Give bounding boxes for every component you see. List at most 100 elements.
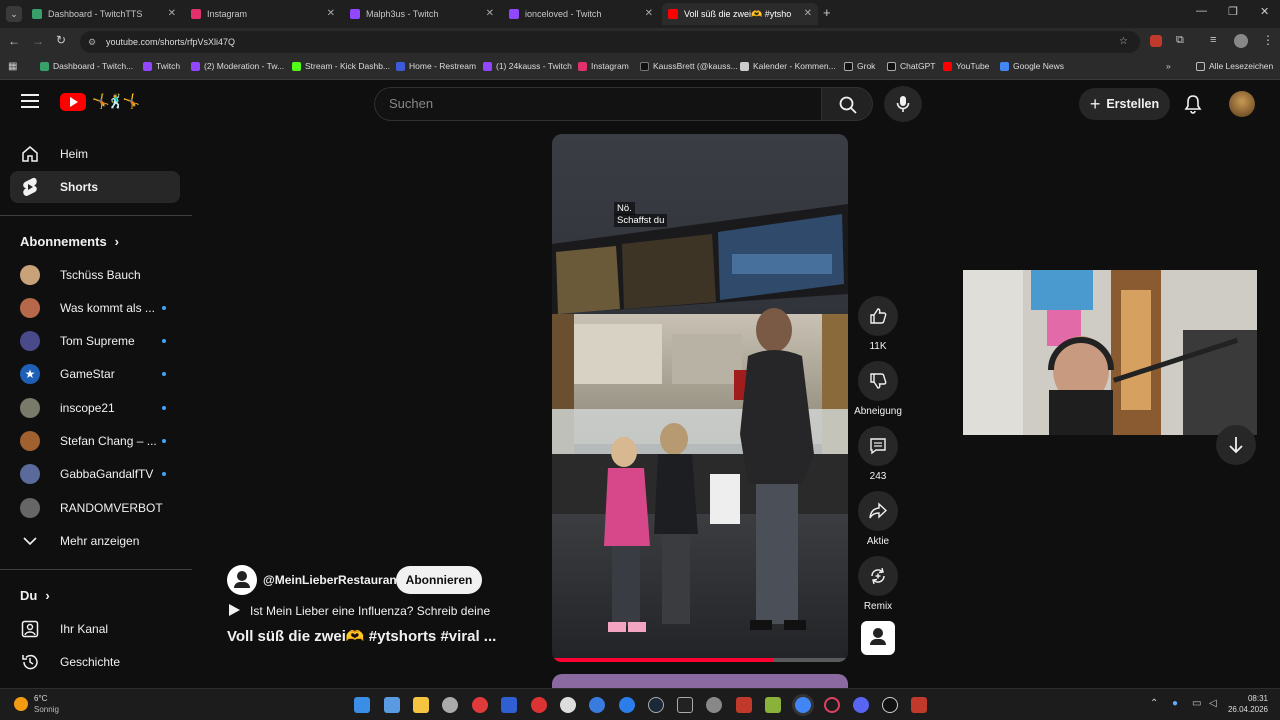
mouse-app-icon[interactable] (442, 697, 458, 713)
app-icon[interactable] (531, 697, 547, 713)
sidebar-item-subscription[interactable]: Stefan Chang – ... (10, 425, 180, 457)
tab-search-icon[interactable]: ⌄ (6, 6, 22, 22)
obs-icon[interactable] (882, 697, 898, 713)
address-bar[interactable]: ⚙ youtube.com/shorts/rfpVsXli47Q ☆ (80, 31, 1140, 53)
close-icon[interactable]: ✕ (804, 8, 812, 19)
sound-source-thumbnail[interactable] (861, 621, 895, 655)
sidebar-item-subscription[interactable]: GabbaGandalfTV (10, 458, 180, 490)
tab-3[interactable]: ionceloved - Twitch ✕ (503, 3, 659, 25)
app-icon[interactable] (560, 697, 576, 713)
short-description[interactable]: Ist Mein Lieber eine Influenza? Schreib … (250, 604, 490, 618)
channel-handle[interactable]: @MeinLieberRestaurant (263, 573, 401, 587)
forward-icon[interactable]: → (32, 34, 44, 48)
discord-icon[interactable] (853, 697, 869, 713)
app-icon[interactable] (472, 697, 488, 713)
account-avatar[interactable] (1229, 91, 1255, 117)
microphone-tray-icon[interactable]: ● (1172, 698, 1178, 709)
reload-icon[interactable]: ↻ (56, 33, 66, 47)
sidebar-item-subscription[interactable]: ★ GameStar (10, 358, 180, 390)
weather-sun-icon[interactable] (14, 697, 28, 711)
sidebar-item-subscription[interactable]: inscope21 (10, 392, 180, 424)
tab-menu-icon[interactable]: ≡ (1210, 34, 1216, 46)
search-input[interactable]: Suchen (374, 87, 822, 121)
app-icon[interactable] (736, 697, 752, 713)
profile-avatar[interactable] (1234, 34, 1248, 48)
share-button[interactable] (858, 491, 898, 531)
apps-grid-icon[interactable]: ▦ (8, 61, 17, 72)
sidebar-item-shorts[interactable]: Shorts (10, 171, 180, 203)
dislike-button[interactable] (858, 361, 898, 401)
bookmark-7[interactable]: KaussBrett (@kauss... (640, 61, 738, 71)
all-bookmarks[interactable]: Alle Lesezeichen (1196, 61, 1273, 71)
sidebar-item-subscription[interactable]: RANDOMVERBOT (10, 492, 180, 524)
weather-temperature[interactable]: 6°C (34, 694, 47, 703)
bookmark-5[interactable]: (1) 24kauss - Twitch (483, 61, 572, 71)
app-icon[interactable] (501, 697, 517, 713)
new-tab-icon[interactable]: + (823, 5, 831, 20)
volume-icon[interactable]: ◁ (1209, 698, 1217, 709)
bookmark-3[interactable]: Stream - Kick Dashb... (292, 61, 390, 71)
sidebar-item-subscription[interactable]: Tschüss Bauch (10, 259, 180, 291)
app-icon[interactable] (706, 697, 722, 713)
sidebar-item-home[interactable]: Heim (10, 138, 180, 170)
tab-0[interactable]: Dashboard - TwitchTTS ✕ (26, 3, 182, 25)
sidebar-item-history[interactable]: Geschichte (10, 646, 180, 678)
clock-date[interactable]: 26.04.2026 (1222, 705, 1268, 714)
extension-icon[interactable] (1150, 35, 1162, 47)
video-progress-track[interactable] (552, 658, 848, 662)
comments-button[interactable] (858, 426, 898, 466)
windows-start-icon[interactable] (354, 697, 370, 713)
voice-search-button[interactable] (884, 86, 922, 122)
sidebar-item-subscription[interactable]: Was kommt als ... (10, 292, 180, 324)
bookmark-star-icon[interactable]: ☆ (1119, 31, 1128, 53)
create-button[interactable]: + Erstellen (1079, 88, 1170, 120)
doodle-figures-icon[interactable]: 🤸🕺🤸 (92, 93, 144, 113)
minimize-icon[interactable]: — (1196, 5, 1207, 17)
app-icon[interactable] (824, 697, 840, 713)
short-title[interactable]: Voll süß die zwei🫶 #ytshorts #viral ... (227, 627, 496, 645)
back-icon[interactable]: ← (8, 34, 20, 48)
app-icon[interactable] (765, 697, 781, 713)
maximize-icon[interactable]: ❐ (1228, 5, 1238, 18)
notifications-bell-icon[interactable] (1183, 94, 1203, 114)
tab-1[interactable]: Instagram ✕ (185, 3, 341, 25)
extensions-puzzle-icon[interactable]: ⧉ (1176, 34, 1184, 47)
bookmark-12[interactable]: Google News (1000, 61, 1064, 71)
sidebar-item-subscription[interactable]: Tom Supreme (10, 325, 180, 357)
next-short-preview[interactable] (552, 674, 848, 688)
bookmark-4[interactable]: Home - Restream (396, 61, 476, 71)
sidebar-item-your-channel[interactable]: Ihr Kanal (10, 613, 180, 645)
like-button[interactable] (858, 296, 898, 336)
youtube-logo[interactable] (60, 93, 86, 111)
bookmark-2[interactable]: (2) Moderation - Tw... (191, 61, 284, 71)
tab-2[interactable]: Malph3us - Twitch ✕ (344, 3, 500, 25)
bookmark-11[interactable]: YouTube (943, 61, 989, 71)
remix-button[interactable] (858, 556, 898, 596)
bookmark-8[interactable]: Kalender - Kommen... (740, 61, 836, 71)
close-window-icon[interactable]: ✕ (1260, 5, 1269, 18)
you-header[interactable]: Du › (20, 588, 50, 603)
more-bookmarks-icon[interactable]: » (1166, 61, 1171, 71)
steam-icon[interactable] (648, 697, 664, 713)
app-icon[interactable] (677, 697, 693, 713)
app-icon[interactable] (619, 697, 635, 713)
site-info-icon[interactable]: ⚙ (88, 31, 96, 53)
close-icon[interactable]: ✕ (168, 8, 176, 19)
close-icon[interactable]: ✕ (645, 8, 653, 19)
weather-description[interactable]: Sonnig (34, 705, 59, 714)
hamburger-menu-icon[interactable] (21, 94, 39, 108)
bookmark-10[interactable]: ChatGPT (887, 61, 935, 71)
clock-time[interactable]: 08:31 (1226, 694, 1268, 703)
bookmark-6[interactable]: Instagram (578, 61, 629, 71)
bookmark-1[interactable]: Twitch (143, 61, 180, 71)
tray-overflow-icon[interactable]: ⌃ (1150, 698, 1158, 709)
channel-avatar[interactable] (227, 565, 257, 595)
bookmark-0[interactable]: Dashboard - Twitch... (40, 61, 133, 71)
close-icon[interactable]: ✕ (486, 8, 494, 19)
bookmark-9[interactable]: Grok (844, 61, 875, 71)
close-icon[interactable]: ✕ (327, 8, 335, 19)
app-icon[interactable] (589, 697, 605, 713)
next-short-button[interactable] (1216, 425, 1256, 465)
search-button[interactable] (821, 87, 873, 121)
subscribe-button[interactable]: Abonnieren (396, 566, 482, 594)
